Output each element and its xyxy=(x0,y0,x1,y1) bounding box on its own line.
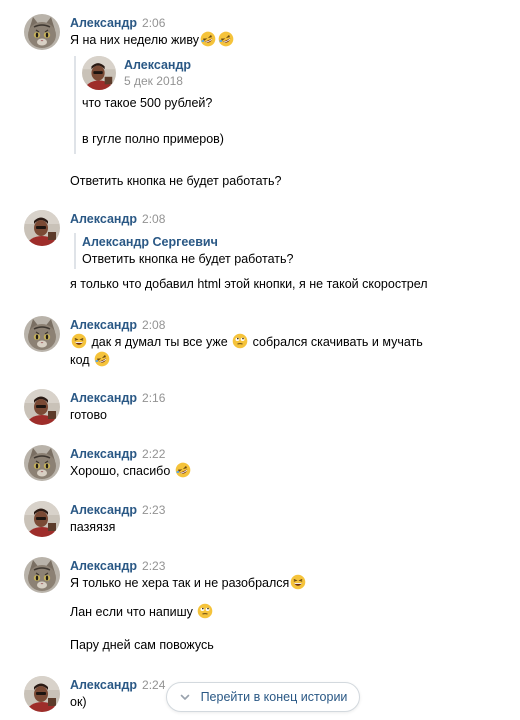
message-text: Я на них неделю живу xyxy=(70,33,199,47)
author-avatar[interactable] xyxy=(24,14,60,50)
message-text: пазяязя xyxy=(70,520,116,534)
person-avatar-icon xyxy=(24,676,60,712)
message-time[interactable]: 2:08 xyxy=(142,318,165,332)
author-avatar[interactable] xyxy=(24,210,60,246)
jump-to-end-label: Перейти в конец истории xyxy=(200,690,348,704)
rolleyes-emoji-icon xyxy=(197,603,213,619)
message-text: я только что добавил html этой кнопки, я… xyxy=(70,277,428,291)
message-text-line: Я на них неделю живу xyxy=(70,31,235,49)
forward-author-avatar[interactable] xyxy=(82,56,116,90)
message-time[interactable]: 2:22 xyxy=(142,447,165,461)
jump-to-end-button[interactable]: Перейти в конец истории xyxy=(166,682,360,712)
author-avatar[interactable] xyxy=(24,557,60,593)
author-avatar[interactable] xyxy=(24,445,60,481)
author-name[interactable]: Александр xyxy=(70,212,137,226)
message-time[interactable]: 2:24 xyxy=(142,678,165,692)
author-avatar[interactable] xyxy=(24,501,60,537)
reply-author-name[interactable]: Александр Сергеевич xyxy=(82,233,218,251)
forward-text: что такое 500 рублей? xyxy=(82,96,213,110)
rofl-emoji-icon xyxy=(200,31,216,47)
message-text: Лан если что напишу xyxy=(70,605,193,619)
message-text: Я только не хера так и не разобрался xyxy=(70,576,290,590)
message-text: Ответить кнопка не будет работать? xyxy=(70,174,282,188)
rofl-emoji-icon xyxy=(175,462,191,478)
forward-author-name[interactable]: Александр xyxy=(124,58,191,72)
author-name[interactable]: Александр xyxy=(70,391,137,405)
cat-avatar-icon xyxy=(24,316,60,352)
cat-avatar-icon xyxy=(24,557,60,593)
message-text-line: Я только не хера так и не разобрался xyxy=(70,574,307,592)
person-avatar-icon xyxy=(82,56,116,90)
author-name[interactable]: Александр xyxy=(70,678,137,692)
person-avatar-icon xyxy=(24,501,60,537)
message-text: готово xyxy=(70,408,107,422)
laugh-emoji-icon xyxy=(71,333,87,349)
message-text-line: дак я думал ты все уже собрался скачиват… xyxy=(70,333,423,351)
author-avatar[interactable] xyxy=(24,316,60,352)
reply-text[interactable]: Ответить кнопка не будет работать? xyxy=(82,250,293,268)
message-text: код xyxy=(70,353,90,367)
message-text: ок) xyxy=(70,695,87,709)
author-avatar[interactable] xyxy=(24,389,60,425)
cat-avatar-icon xyxy=(24,14,60,50)
author-avatar[interactable] xyxy=(24,676,60,712)
author-name[interactable]: Александр xyxy=(70,16,137,30)
message-text-line: код xyxy=(70,351,111,369)
message-text-line: Лан если что напишу xyxy=(70,603,214,621)
forward-text: в гугле полно примеров) xyxy=(82,132,224,146)
forward-date[interactable]: 5 дек 2018 xyxy=(124,74,183,88)
rofl-emoji-icon xyxy=(218,31,234,47)
author-name[interactable]: Александр xyxy=(70,559,137,573)
message-text: Хорошо, спасибо xyxy=(70,464,171,478)
chevron-down-icon xyxy=(180,694,189,700)
rolleyes-emoji-icon xyxy=(232,333,248,349)
message-text: дак я думал ты все уже xyxy=(91,335,228,349)
reply-quote-bar xyxy=(74,233,76,269)
author-name[interactable]: Александр xyxy=(70,447,137,461)
message-time[interactable]: 2:23 xyxy=(142,559,165,573)
person-avatar-icon xyxy=(24,210,60,246)
laugh-emoji-icon xyxy=(290,574,306,590)
message-text: собрался скачивать и мучать xyxy=(252,335,423,349)
person-avatar-icon xyxy=(24,389,60,425)
message-text: Пару дней сам повожусь xyxy=(70,638,214,652)
author-name[interactable]: Александр xyxy=(70,318,137,332)
forward-header: Александр xyxy=(124,57,191,73)
cat-avatar-icon xyxy=(24,445,60,481)
message-time[interactable]: 2:16 xyxy=(142,391,165,405)
message-time[interactable]: 2:08 xyxy=(142,212,165,226)
message-time[interactable]: 2:06 xyxy=(142,16,165,30)
message-text-line: Хорошо, спасибо xyxy=(70,462,192,480)
rofl-emoji-icon xyxy=(94,351,110,367)
forward-quote-bar xyxy=(74,56,76,154)
author-name[interactable]: Александр xyxy=(70,503,137,517)
message-time[interactable]: 2:23 xyxy=(142,503,165,517)
